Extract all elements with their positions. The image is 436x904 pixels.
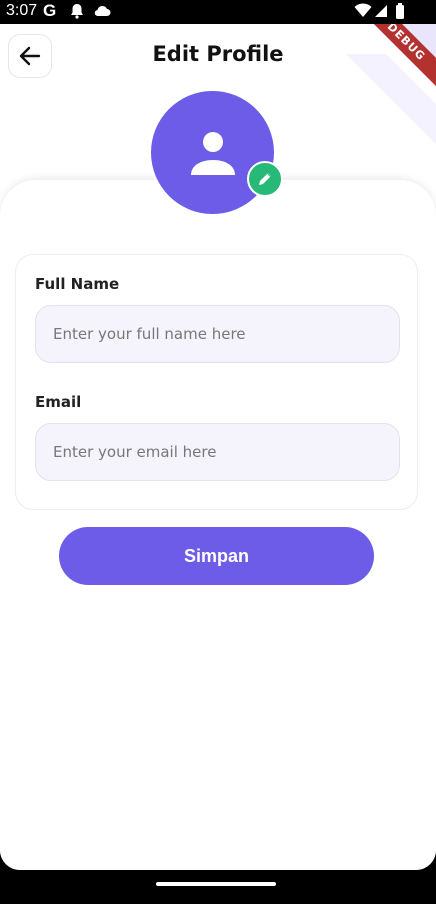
pencil-icon bbox=[259, 173, 271, 185]
battery-icon bbox=[396, 3, 404, 19]
navigation-bar bbox=[0, 870, 436, 904]
person-icon bbox=[190, 131, 235, 175]
signal-icon bbox=[375, 5, 387, 17]
app-screen: DEBUG Edit Profile Full Name Email Simpa… bbox=[0, 24, 436, 870]
home-gesture-handle[interactable] bbox=[156, 882, 276, 886]
page-title: Edit Profile bbox=[152, 42, 284, 66]
full-name-input[interactable] bbox=[35, 305, 400, 363]
edit-avatar-button[interactable] bbox=[247, 161, 283, 197]
notification-bell-icon bbox=[71, 4, 83, 19]
google-icon: G bbox=[43, 1, 57, 20]
email-input[interactable] bbox=[35, 423, 400, 481]
save-button[interactable]: Simpan bbox=[59, 527, 374, 585]
wifi-icon bbox=[354, 3, 372, 17]
email-label: Email bbox=[35, 393, 82, 411]
cloud-icon bbox=[94, 5, 111, 17]
status-bar: 3:07 G bbox=[0, 0, 436, 24]
profile-form-card: Full Name Email bbox=[15, 254, 418, 510]
full-name-label: Full Name bbox=[35, 275, 120, 293]
avatar[interactable] bbox=[151, 91, 274, 214]
status-time: 3:07 bbox=[6, 2, 38, 19]
